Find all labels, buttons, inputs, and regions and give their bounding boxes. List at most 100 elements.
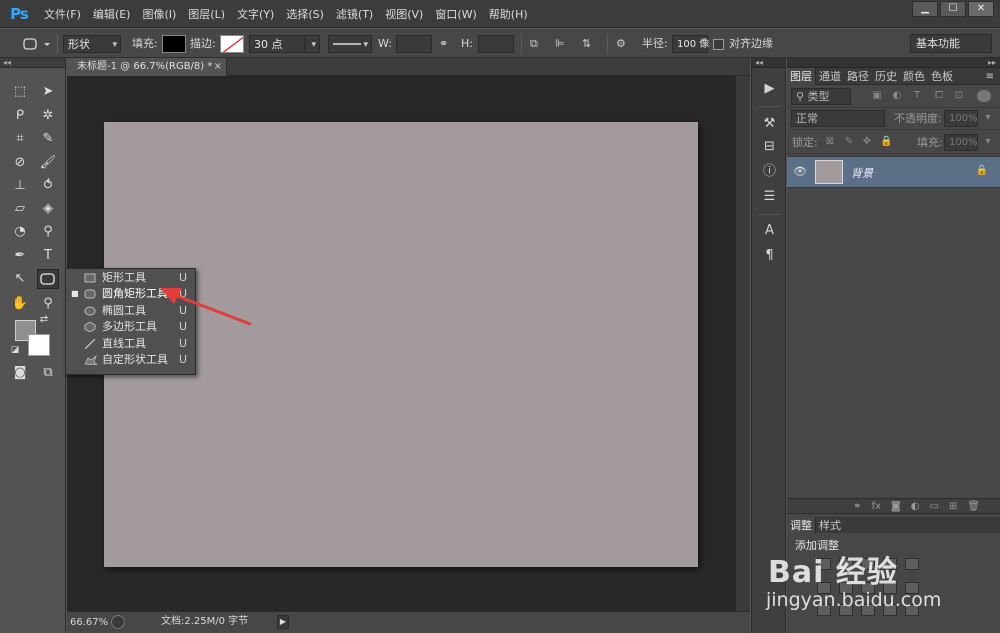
filter-pixel-icon[interactable]: ▣ (871, 90, 883, 102)
dock-collapse-icon[interactable]: ◂◂ (752, 58, 785, 68)
brightness-icon[interactable] (817, 558, 831, 570)
dodge-tool-icon[interactable]: ⚲ (37, 222, 59, 242)
minimize-button[interactable]: ▁ (912, 1, 938, 17)
layer-style-icon[interactable]: fx (872, 499, 881, 513)
hue-saturation-icon[interactable] (817, 582, 831, 594)
flyout-item-line[interactable]: 直线工具 U (66, 336, 195, 352)
blur-tool-icon[interactable]: ◔ (9, 222, 31, 242)
fill-dropdown-icon[interactable]: ▾ (982, 136, 994, 148)
posterize-icon[interactable] (839, 604, 853, 616)
path-alignment-icon[interactable]: ⊫ (555, 35, 569, 53)
magic-wand-icon[interactable]: ✲ (37, 106, 59, 126)
lock-pixels-icon[interactable]: ✎ (843, 136, 855, 148)
filter-shape-icon[interactable]: ⧠ (933, 90, 945, 102)
flyout-item-custom-shape[interactable]: 自定形状工具 U (66, 352, 195, 368)
fill-swatch[interactable] (162, 35, 186, 53)
menu-window[interactable]: 窗口(W) (429, 6, 482, 22)
layer-row-background[interactable]: 👁 背景 🔒 (787, 156, 1000, 188)
zoom-level[interactable]: 66.67% (67, 613, 108, 631)
crop-tool-icon[interactable]: ⌗ (9, 129, 31, 149)
maximize-button[interactable]: ☐ (940, 1, 966, 17)
filter-toggle-switch[interactable] (977, 90, 991, 102)
eraser-tool-icon[interactable]: ▱ (9, 199, 31, 219)
brush-tool-icon[interactable]: 🖌 (37, 153, 59, 173)
status-menu-arrow-icon[interactable]: ▶ (277, 615, 289, 629)
zoom-tool-icon[interactable]: ⚲ (37, 294, 59, 314)
selective-color-icon[interactable] (905, 604, 919, 616)
photo-filter-icon[interactable] (883, 582, 897, 594)
screen-mode-icon[interactable]: ⧉ (37, 363, 59, 383)
path-operations-icon[interactable]: ⧉ (530, 35, 544, 53)
stroke-width-dropdown[interactable] (304, 35, 320, 54)
history-brush-icon[interactable]: ⥀ (37, 176, 59, 196)
info-icon[interactable]: ⓘ (760, 163, 779, 181)
panel-collapse-icon[interactable]: ▸▸ (787, 58, 1000, 68)
tab-history[interactable]: 历史 (872, 68, 900, 85)
close-tab-icon[interactable]: × (214, 58, 222, 76)
vibrance-icon[interactable] (905, 558, 919, 570)
paragraph-icon[interactable]: ¶ (760, 247, 779, 265)
default-colors-icon[interactable]: ◪ (9, 344, 21, 356)
link-icon[interactable]: ⚭ (439, 35, 453, 53)
workspace-select[interactable]: 基本功能 (910, 34, 992, 53)
opacity-input[interactable]: 100% (944, 110, 978, 127)
channel-mixer-icon[interactable] (905, 582, 919, 594)
layer-name[interactable]: 背景 (851, 165, 873, 181)
marquee-tool-icon[interactable]: ⬚ (9, 82, 31, 102)
eye-icon[interactable]: 👁 (793, 165, 807, 179)
path-arrangement-icon[interactable]: ⇅ (582, 35, 598, 53)
height-input[interactable] (478, 35, 514, 53)
hand-tool-icon[interactable]: ✋ (9, 294, 31, 314)
new-adjustment-icon[interactable]: ◐ (911, 499, 920, 513)
path-selection-icon[interactable]: ↖ (9, 269, 31, 289)
opacity-dropdown-icon[interactable]: ▾ (982, 112, 994, 124)
swap-colors-icon[interactable]: ⇄ (37, 314, 51, 326)
quick-mask-icon[interactable]: ◙ (9, 363, 31, 383)
radius-input[interactable]: 100 像 (672, 35, 709, 53)
fill-input[interactable]: 100% (944, 134, 978, 151)
menu-view[interactable]: 视图(V) (379, 6, 429, 22)
status-info-icon[interactable] (111, 615, 125, 629)
menu-layer[interactable]: 图层(L) (182, 6, 231, 22)
threshold-icon[interactable] (861, 604, 875, 616)
delete-layer-icon[interactable]: 🗑 (967, 499, 980, 513)
add-mask-icon[interactable]: ◙ (891, 499, 901, 513)
pen-tool-icon[interactable]: ✒ (9, 246, 31, 266)
background-color-swatch[interactable] (28, 334, 50, 356)
toolbox-collapse-icon[interactable]: ◂◂ (0, 58, 65, 68)
lock-all-icon[interactable]: 🔒 (880, 136, 892, 148)
play-actions-icon[interactable]: ▶ (760, 80, 779, 98)
tab-paths[interactable]: 路径 (844, 68, 872, 85)
menu-image[interactable]: 图像(I) (136, 6, 182, 22)
character-icon[interactable]: A (760, 222, 779, 240)
healing-brush-icon[interactable]: ⊘ (9, 153, 31, 173)
curves-icon[interactable] (861, 558, 875, 570)
menu-help[interactable]: 帮助(H) (483, 6, 534, 22)
lock-transparent-icon[interactable]: ⊠ (824, 136, 836, 148)
menu-select[interactable]: 选择(S) (280, 6, 330, 22)
stroke-swatch[interactable] (220, 35, 244, 53)
document-tab[interactable]: 未标题-1 @ 66.7%(RGB/8) * × (67, 58, 227, 76)
stroke-width-input[interactable]: 30 点 (249, 35, 305, 53)
tab-layers[interactable]: 图层 (787, 68, 816, 85)
new-layer-icon[interactable]: ⊞ (949, 499, 957, 513)
move-tool-icon[interactable]: ➤ (37, 82, 59, 102)
menu-file[interactable]: 文件(F) (38, 6, 87, 22)
clone-source-icon[interactable]: ⊟ (760, 138, 779, 156)
width-input[interactable] (396, 35, 432, 53)
tool-preset-picker[interactable] (20, 35, 54, 53)
lock-position-icon[interactable]: ✥ (861, 136, 873, 148)
type-tool-icon[interactable]: T (37, 246, 59, 266)
paint-bucket-icon[interactable]: ◈ (37, 199, 59, 219)
tab-channels[interactable]: 通道 (816, 68, 844, 85)
rounded-rectangle-tool-icon[interactable] (37, 269, 59, 289)
gradient-map-icon[interactable] (883, 604, 897, 616)
layer-filter-select[interactable]: ⚲ 类型 (791, 88, 851, 105)
gear-icon[interactable]: ⚙ (616, 35, 632, 53)
filter-type-icon[interactable]: T (911, 90, 923, 102)
stroke-type-select[interactable] (328, 35, 372, 54)
eyedropper-icon[interactable]: ✎ (37, 129, 59, 149)
tab-styles[interactable]: 样式 (816, 517, 844, 534)
align-edges-checkbox[interactable] (713, 39, 724, 50)
levels-icon[interactable] (839, 558, 853, 570)
